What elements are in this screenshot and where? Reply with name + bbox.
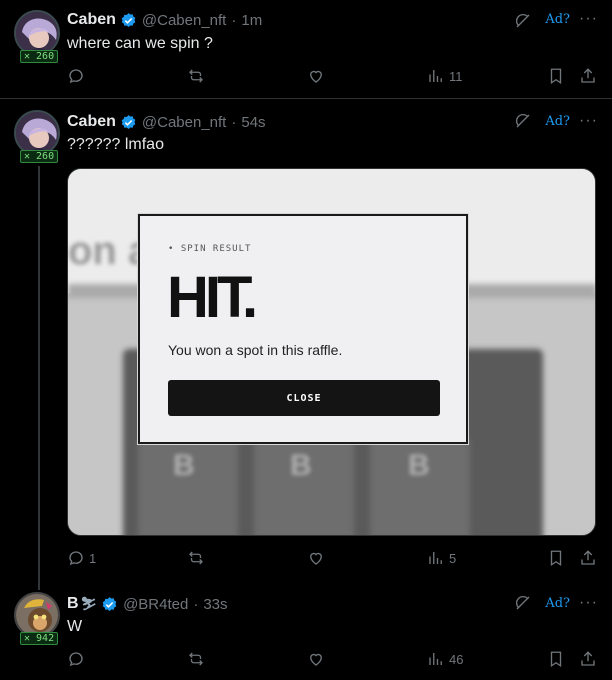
bookmark-button[interactable] <box>547 650 565 668</box>
bookmark-icon <box>547 549 565 567</box>
time-separator: · <box>231 11 237 29</box>
share-button[interactable] <box>579 67 597 85</box>
grok-icon[interactable] <box>514 12 532 30</box>
user-handle[interactable]: @Caben_nft <box>142 12 226 29</box>
user-handle[interactable]: @Caben_nft <box>142 114 226 131</box>
grok-icon[interactable] <box>514 112 532 130</box>
views-icon <box>427 650 445 668</box>
verified-badge-icon <box>120 114 137 131</box>
verified-badge-icon <box>120 12 137 29</box>
media-slot-glyph: B <box>408 449 430 482</box>
timestamp[interactable]: 54s <box>241 114 265 131</box>
view-count: 46 <box>449 651 464 667</box>
bookmark-button[interactable] <box>547 67 565 85</box>
ad-link[interactable]: Ad? <box>545 12 570 27</box>
share-icon <box>579 650 597 668</box>
reply-icon <box>67 67 85 85</box>
modal-message: You won a spot in this raffle. <box>168 342 343 358</box>
action-bar: 11 <box>67 67 597 87</box>
views-icon <box>427 67 445 85</box>
view-count: 5 <box>449 550 457 566</box>
bookmark-icon <box>547 67 565 85</box>
repost-button[interactable] <box>187 67 209 85</box>
view-count: 11 <box>449 68 463 84</box>
holder-badge: ✕ 260 <box>20 150 59 163</box>
tweet-header: Caben @Caben_nft · 1m <box>67 10 262 30</box>
tweet-text: W <box>67 618 83 635</box>
tweet-text: ?????? lmfao <box>67 136 164 153</box>
reply-icon <box>67 650 85 668</box>
repost-button[interactable] <box>187 549 209 567</box>
tweet-text: where can we spin ? <box>67 35 213 52</box>
tweet-header: Caben @Caben_nft · 54s <box>67 112 266 132</box>
grok-icon[interactable] <box>514 594 532 612</box>
action-bar: 1 5 <box>67 549 597 569</box>
verified-badge-icon <box>101 596 118 613</box>
tweet-2-actions: 1 5 <box>0 549 612 573</box>
modal-close-button: CLOSE <box>168 380 440 416</box>
repost-icon <box>187 650 205 668</box>
like-icon <box>307 650 325 668</box>
display-name[interactable]: Caben <box>67 11 116 29</box>
bookmark-icon <box>547 650 565 668</box>
holder-badge: ✕ 942 <box>20 632 59 645</box>
reply-icon <box>67 549 85 567</box>
more-options-icon[interactable]: ··· <box>579 112 598 130</box>
avatar-container[interactable]: ✕ 260 <box>14 10 62 63</box>
timestamp[interactable]: 33s <box>203 596 227 613</box>
reply-button[interactable] <box>67 650 89 668</box>
bookmark-button[interactable] <box>547 549 565 567</box>
share-button[interactable] <box>579 549 597 567</box>
ad-link[interactable]: Ad? <box>545 114 570 129</box>
tweet-divider <box>0 98 612 99</box>
time-separator: · <box>193 595 199 613</box>
views-button[interactable]: 11 <box>427 67 463 85</box>
like-icon <box>307 67 325 85</box>
like-button[interactable] <box>307 67 329 85</box>
display-name-emoji: ⛷ <box>80 596 98 611</box>
time-separator: · <box>231 113 237 131</box>
repost-button[interactable] <box>187 650 209 668</box>
tweet-media-image[interactable]: on a B B B • SPIN RESULT HIT. You won a … <box>67 168 596 536</box>
modal-kicker: • SPIN RESULT <box>168 244 252 254</box>
repost-icon <box>187 549 205 567</box>
holder-badge: ✕ 260 <box>20 50 59 63</box>
views-icon <box>427 549 445 567</box>
ad-link[interactable]: Ad? <box>545 596 570 611</box>
like-button[interactable] <box>307 650 329 668</box>
tweet-3[interactable]: ✕ 942 B ⛷ @BR4ted · 33s Ad? ··· W 46 <box>0 592 612 672</box>
more-options-icon[interactable]: ··· <box>579 594 598 612</box>
media-slot-glyph: B <box>173 449 195 482</box>
display-name[interactable]: B <box>67 595 79 613</box>
avatar-container[interactable]: ✕ 260 <box>14 110 62 163</box>
views-button[interactable]: 5 <box>427 549 456 567</box>
reply-button[interactable] <box>67 67 89 85</box>
views-button[interactable]: 46 <box>427 650 463 668</box>
like-icon <box>307 549 325 567</box>
reply-button[interactable]: 1 <box>67 549 96 567</box>
repost-icon <box>187 67 205 85</box>
share-icon <box>579 67 597 85</box>
avatar-container[interactable]: ✕ 942 <box>14 592 62 645</box>
timestamp[interactable]: 1m <box>241 12 262 29</box>
reply-count: 1 <box>89 550 97 566</box>
tweet-1[interactable]: ✕ 260 Caben @Caben_nft · 1m Ad? ··· wher… <box>0 10 612 98</box>
like-button[interactable] <box>307 549 329 567</box>
share-icon <box>579 549 597 567</box>
media-slot-glyph: B <box>290 449 312 482</box>
spin-result-modal: • SPIN RESULT HIT. You won a spot in thi… <box>137 213 469 445</box>
action-bar: 46 <box>67 650 597 670</box>
share-button[interactable] <box>579 650 597 668</box>
user-handle[interactable]: @BR4ted <box>123 596 188 613</box>
tweet-header: B ⛷ @BR4ted · 33s <box>67 594 228 614</box>
more-options-icon[interactable]: ··· <box>579 10 598 28</box>
modal-title: HIT. <box>167 265 258 330</box>
display-name[interactable]: Caben <box>67 113 116 131</box>
